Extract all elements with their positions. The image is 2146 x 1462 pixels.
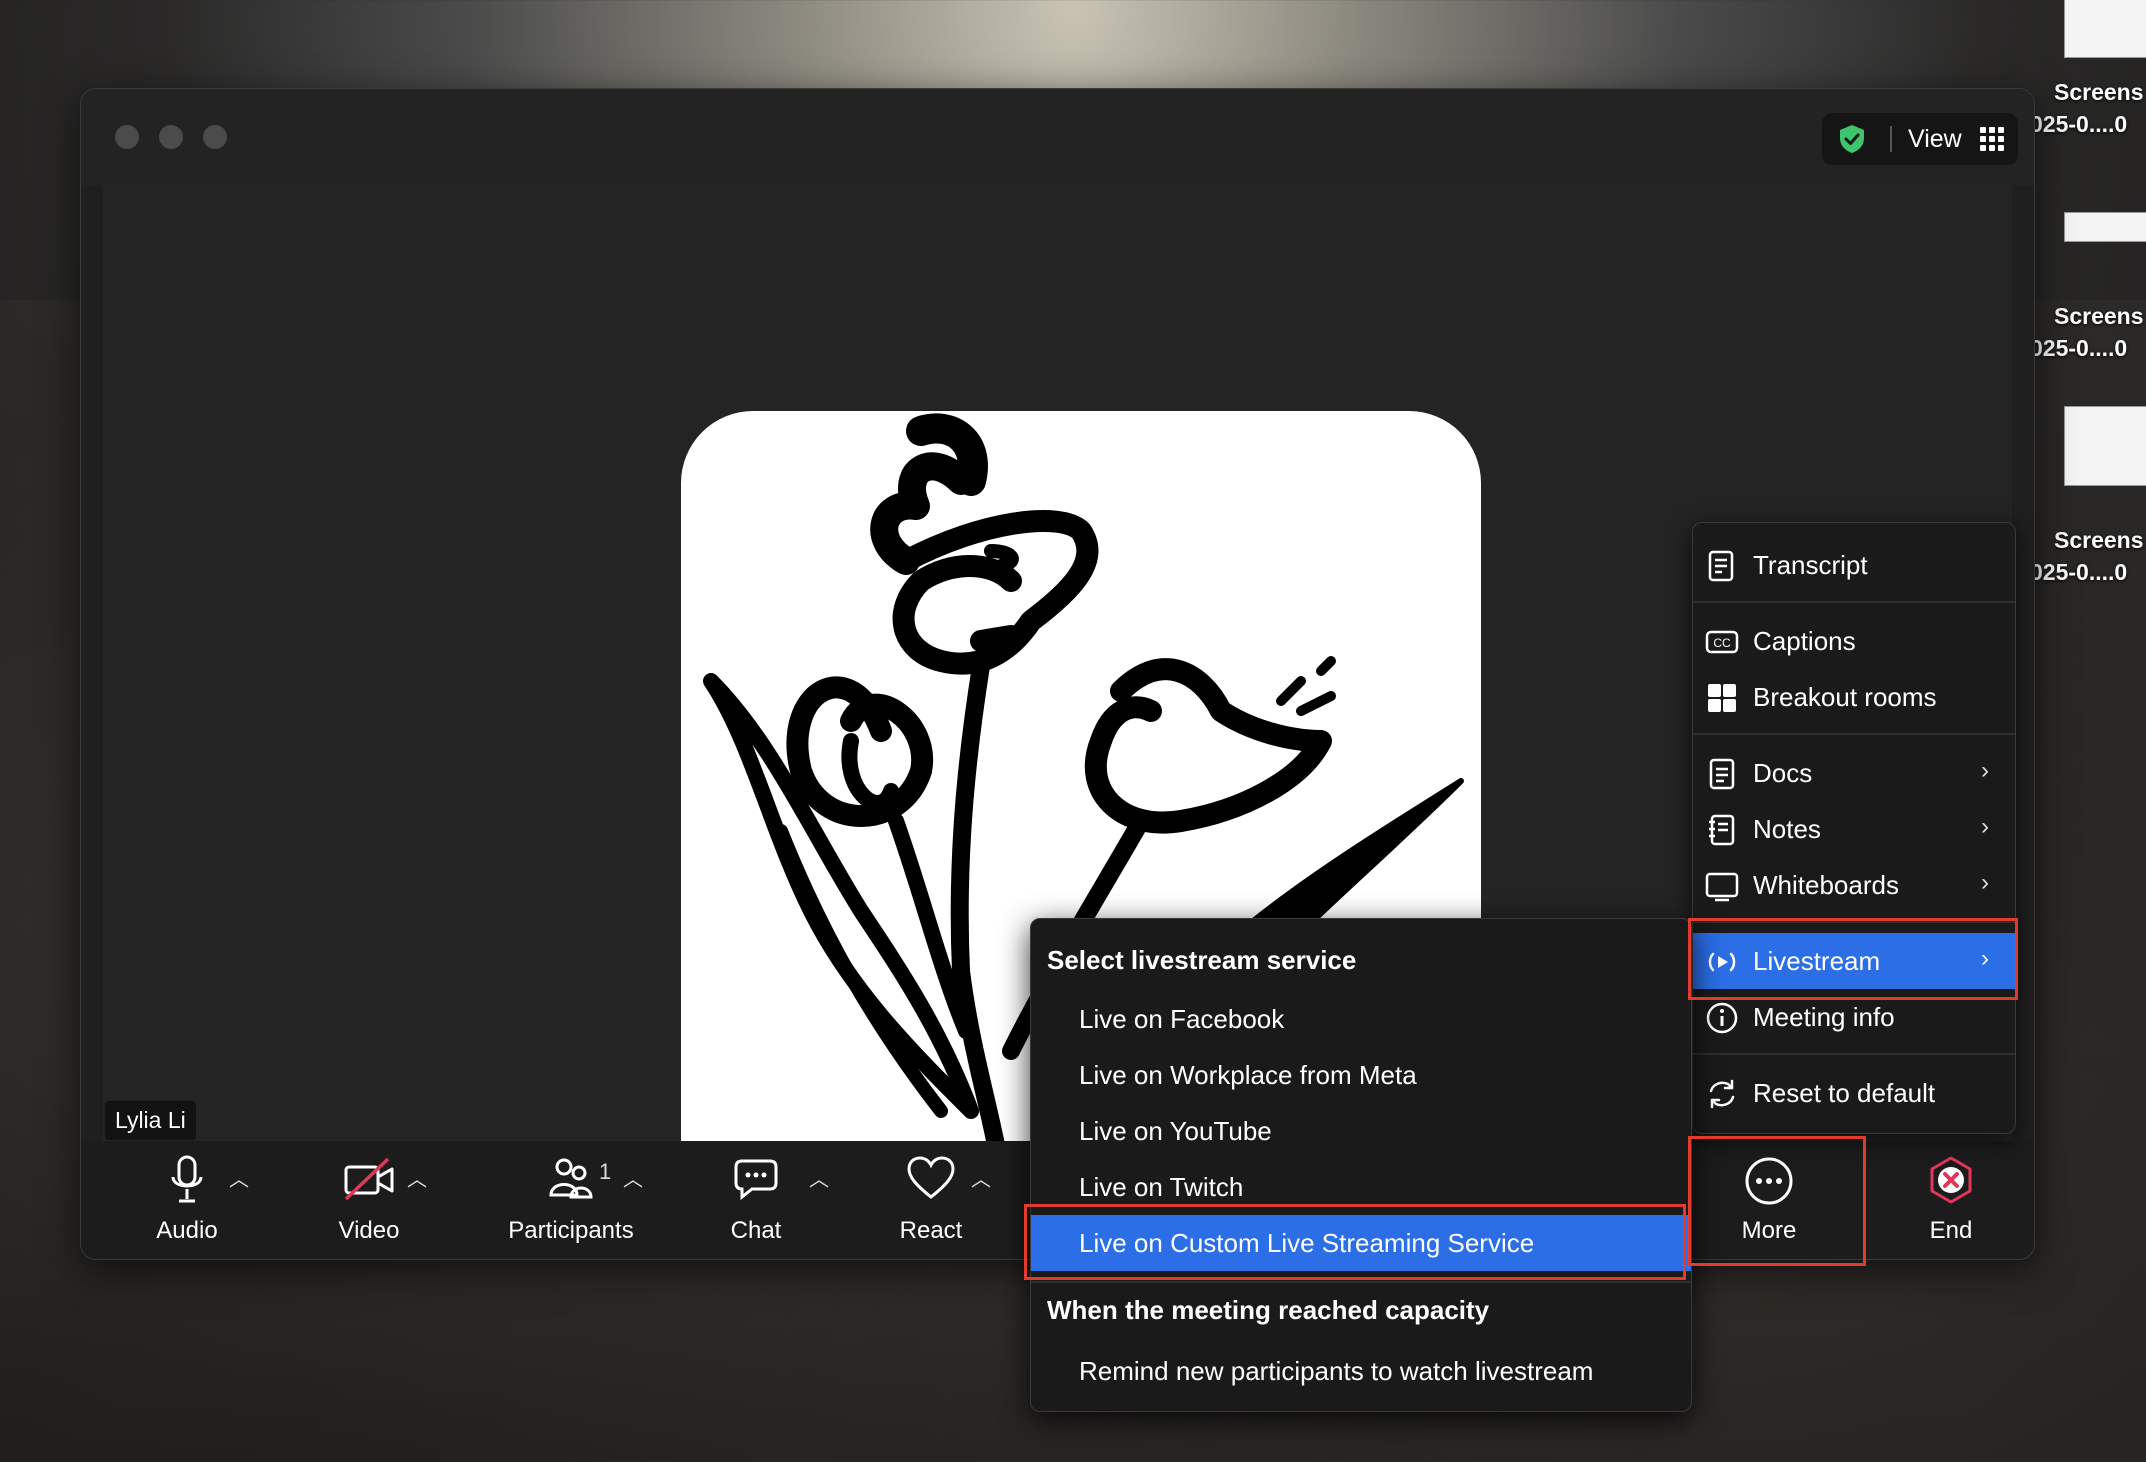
- audio-label: Audio: [156, 1217, 218, 1244]
- file-thumbnail: [2064, 0, 2146, 58]
- grid-icon[interactable]: [1980, 127, 2004, 151]
- option-label: Live on Facebook: [1079, 1004, 1285, 1034]
- video-button[interactable]: Video: [303, 1141, 435, 1259]
- end-label: End: [1929, 1217, 1973, 1244]
- chevron-right-icon: ›: [1981, 869, 1989, 896]
- menu-item-label: Captions: [1753, 626, 1856, 656]
- minimize-window-button[interactable]: [159, 125, 183, 149]
- chat-icon: [734, 1159, 778, 1201]
- svg-text:CC: CC: [1713, 636, 1731, 650]
- chevron-right-icon: ›: [1981, 757, 1989, 784]
- menu-item-label: Whiteboards: [1753, 870, 1899, 900]
- menu-item-notes[interactable]: Notes ›: [1693, 801, 2015, 857]
- menu-item-captions[interactable]: CC Captions: [1693, 613, 2015, 669]
- menu-item-whiteboards[interactable]: Whiteboards ›: [1693, 857, 2015, 913]
- chat-label: Chat: [730, 1217, 782, 1244]
- option-label: Remind new participants to watch livestr…: [1079, 1356, 1594, 1386]
- notes-icon: [1709, 814, 1735, 846]
- menu-item-transcript[interactable]: Transcript: [1693, 537, 2015, 593]
- react-options-chevron-up-icon[interactable]: ︿: [971, 1163, 991, 1192]
- breakout-rooms-icon: [1708, 684, 1736, 712]
- divider: [1693, 601, 2015, 603]
- chat-options-chevron-up-icon[interactable]: ︿: [809, 1163, 829, 1192]
- livestream-submenu: Select livestream service Live on Facebo…: [1030, 918, 1692, 1412]
- livestream-option-youtube[interactable]: Live on YouTube: [1031, 1103, 1691, 1159]
- participants-count: 1: [599, 1159, 612, 1184]
- file-label-line2: 025-0....0: [2030, 335, 2128, 361]
- audio-button[interactable]: Audio: [121, 1141, 253, 1259]
- file-label-line1: Screens: [2054, 303, 2144, 329]
- end-meeting-icon: [1930, 1156, 1972, 1204]
- highlight-livestream: [1688, 918, 2018, 1000]
- capacity-option-remind[interactable]: Remind new participants to watch livestr…: [1031, 1343, 1691, 1399]
- menu-item-label: Notes: [1753, 814, 1821, 844]
- divider: [1693, 1053, 2015, 1055]
- video-options-chevron-up-icon[interactable]: ︿: [407, 1163, 427, 1192]
- end-button[interactable]: End: [1891, 1141, 2011, 1259]
- docs-icon: [1709, 758, 1735, 790]
- highlight-custom-service: [1024, 1204, 1686, 1280]
- menu-item-breakout-rooms[interactable]: Breakout rooms: [1693, 669, 2015, 725]
- zoom-window-button[interactable]: [203, 125, 227, 149]
- more-menu: Transcript CC Captions Breakout rooms Do…: [1692, 522, 2016, 1134]
- audio-options-chevron-up-icon[interactable]: ︿: [229, 1163, 249, 1192]
- menu-item-docs[interactable]: Docs ›: [1693, 745, 2015, 801]
- participants-icon: [549, 1158, 593, 1199]
- video-label: Video: [338, 1217, 400, 1244]
- file-label-line2: 025-0....0: [2030, 559, 2128, 585]
- divider: [1890, 126, 1892, 152]
- divider: [1031, 1281, 1691, 1283]
- menu-item-reset-to-default[interactable]: Reset to default: [1693, 1065, 2015, 1121]
- file-thumbnail: [2064, 212, 2146, 242]
- menu-item-label: Breakout rooms: [1753, 682, 1937, 712]
- whiteboards-icon: [1705, 872, 1739, 902]
- menu-item-label: Docs: [1753, 758, 1813, 788]
- reset-icon: [1709, 1079, 1735, 1109]
- captions-icon: CC: [1705, 630, 1739, 654]
- transcript-icon: [1708, 550, 1734, 582]
- livestream-option-workplace[interactable]: Live on Workplace from Meta: [1031, 1047, 1691, 1103]
- menu-item-label: Transcript: [1753, 550, 1868, 580]
- file-label-line1: Screens: [2054, 527, 2144, 553]
- view-controls: View: [1822, 113, 2018, 165]
- chevron-right-icon: ›: [1981, 813, 1989, 840]
- participants-button[interactable]: 1 Participants: [481, 1141, 661, 1259]
- menu-item-label: Meeting info: [1753, 1002, 1895, 1032]
- livestream-option-facebook[interactable]: Live on Facebook: [1031, 991, 1691, 1047]
- close-window-button[interactable]: [115, 125, 139, 149]
- heart-icon: [907, 1156, 955, 1199]
- divider: [1693, 733, 2015, 735]
- file-thumbnail: [2064, 406, 2146, 486]
- view-button[interactable]: View: [1908, 125, 1962, 154]
- option-label: Live on Twitch: [1079, 1172, 1244, 1202]
- react-label: React: [899, 1217, 963, 1244]
- title-bar: View: [81, 89, 2034, 185]
- file-label-line1: Screens: [2054, 79, 2144, 105]
- participants-label: Participants: [508, 1217, 634, 1244]
- option-label: Live on Workplace from Meta: [1079, 1060, 1417, 1090]
- highlight-more-button: [1688, 1136, 1866, 1266]
- react-button[interactable]: React: [871, 1141, 991, 1259]
- option-label: Live on YouTube: [1079, 1116, 1272, 1146]
- participants-options-chevron-up-icon[interactable]: ︿: [623, 1163, 643, 1192]
- submenu-heading: Select livestream service: [1047, 945, 1357, 975]
- file-label-line2: 025-0....0: [2030, 111, 2128, 137]
- participant-name-tag: Lylia Li: [105, 1101, 196, 1140]
- menu-item-label: Reset to default: [1753, 1078, 1936, 1108]
- submenu-heading: When the meeting reached capacity: [1047, 1295, 1490, 1325]
- chat-button[interactable]: Chat: [701, 1141, 811, 1259]
- info-icon: [1706, 1002, 1738, 1034]
- video-off-icon: [344, 1157, 394, 1201]
- microphone-icon: [171, 1155, 203, 1203]
- shield-check-icon[interactable]: [1836, 123, 1868, 155]
